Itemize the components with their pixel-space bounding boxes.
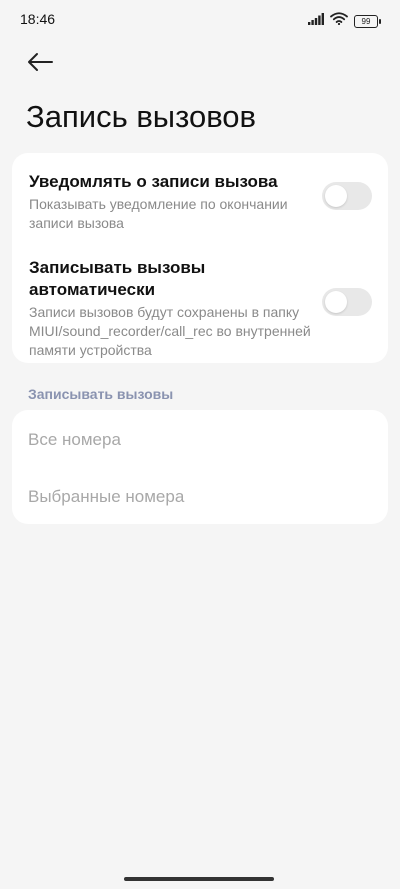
- auto-record-setting-title: Записывать вызовы автоматически: [29, 258, 206, 299]
- back-button[interactable]: [24, 48, 56, 80]
- status-icons: 99: [308, 12, 381, 30]
- notify-setting-description: Показывать уведомление по окончании запи…: [29, 196, 288, 231]
- battery-icon: 99: [354, 14, 381, 28]
- notify-setting-row[interactable]: Уведомлять о записи вызова Показывать ув…: [29, 171, 372, 233]
- auto-record-setting-description: Записи вызовов будут сохранены в папку M…: [29, 304, 311, 358]
- notify-toggle[interactable]: [322, 182, 372, 210]
- home-indicator[interactable]: [124, 877, 274, 881]
- settings-card: Уведомлять о записи вызова Показывать ув…: [12, 153, 388, 363]
- toggle-knob: [325, 185, 347, 207]
- notify-setting-title: Уведомлять о записи вызова: [29, 172, 278, 191]
- record-section-header: Записывать вызовы: [28, 386, 174, 402]
- status-bar: 18:46 99: [0, 0, 400, 36]
- wifi-icon: [330, 12, 348, 30]
- auto-record-setting-row[interactable]: Записывать вызовы автоматически Записи в…: [29, 257, 372, 360]
- page-title: Запись вызовов: [26, 99, 257, 134]
- arrow-left-icon: [27, 52, 53, 77]
- toggle-knob: [325, 291, 347, 313]
- status-time: 18:46: [20, 11, 56, 27]
- option-selected-numbers[interactable]: Выбранные номера: [28, 487, 184, 507]
- auto-record-toggle[interactable]: [322, 288, 372, 316]
- record-options-card: Все номера Выбранные номера: [12, 410, 388, 524]
- signal-icon: [308, 12, 324, 30]
- option-all-numbers[interactable]: Все номера: [28, 430, 121, 450]
